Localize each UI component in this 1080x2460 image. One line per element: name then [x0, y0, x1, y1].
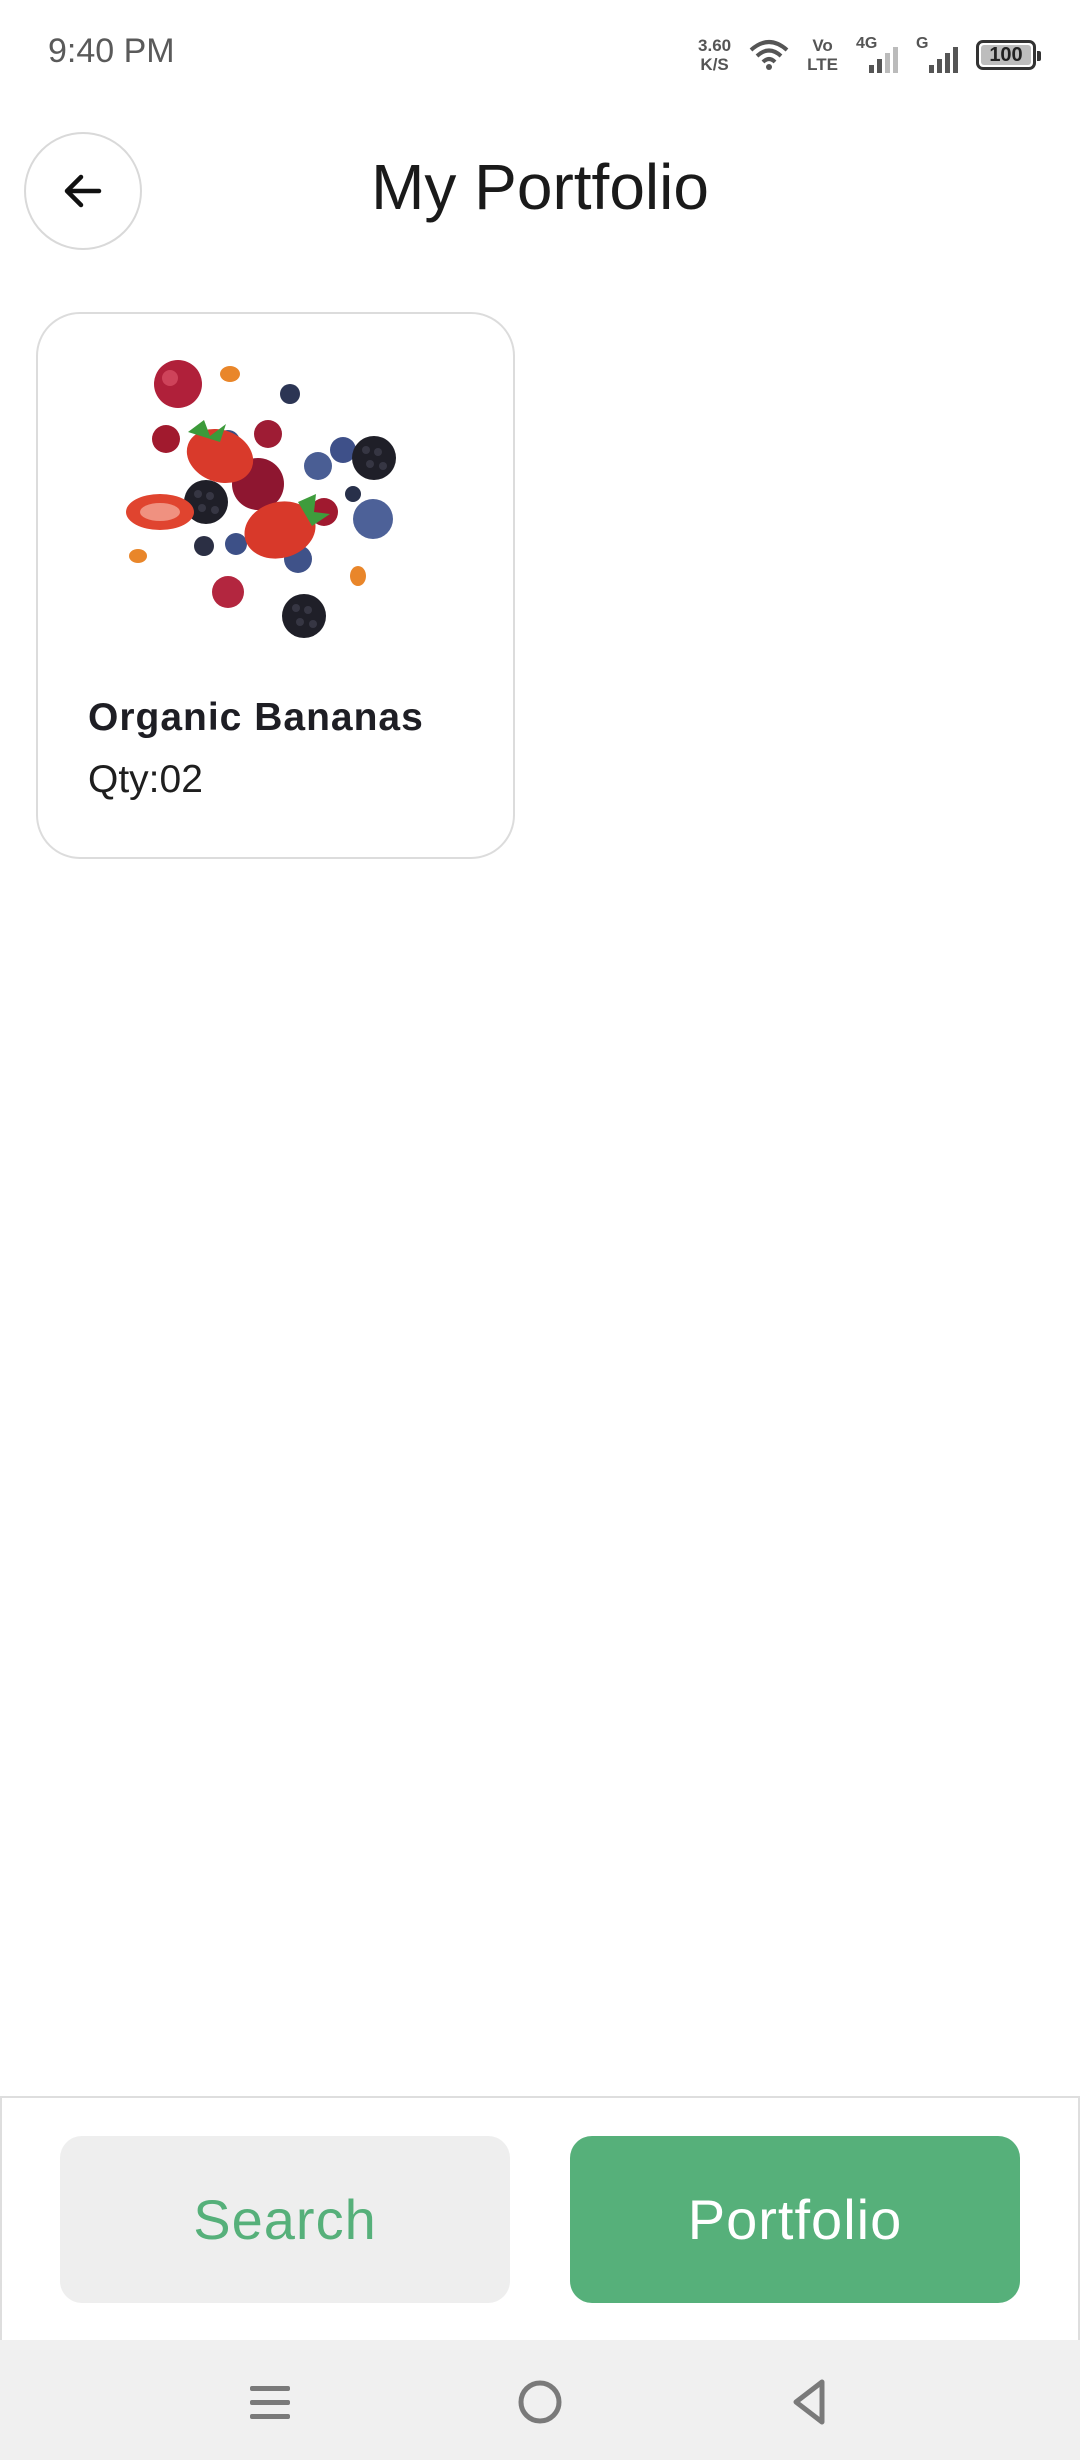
signal-sim1-bars	[869, 47, 898, 73]
status-bar: 9:40 PM 3.60 K/S Vo LTE 4G G 100	[0, 0, 1080, 110]
battery-icon: 100	[976, 40, 1041, 70]
portfolio-item-card[interactable]: Organic Bananas Qty:02	[36, 312, 515, 859]
search-button[interactable]: Search	[60, 2136, 510, 2303]
battery-level: 100	[989, 44, 1023, 66]
menu-icon[interactable]	[240, 2372, 300, 2432]
system-nav-bar	[0, 2340, 1080, 2460]
mixed-berries-image	[126, 360, 396, 638]
product-name: Organic Bananas	[88, 696, 424, 739]
wifi-icon	[749, 40, 789, 70]
product-qty: Qty:02	[88, 758, 203, 801]
volte-indicator: Vo LTE	[807, 36, 838, 74]
volte-top: Vo	[812, 36, 833, 55]
home-circle-icon[interactable]	[510, 2372, 570, 2432]
signal-sim2-bars	[929, 47, 958, 73]
status-icons: 3.60 K/S Vo LTE 4G G 100	[698, 30, 1041, 80]
page-title: My Portfolio	[371, 151, 709, 223]
volte-bottom: LTE	[807, 55, 838, 74]
network-speed: 3.60 K/S	[698, 36, 731, 74]
bottom-action-bar: Search Portfolio	[0, 2096, 1080, 2340]
signal-sim2-icon: G	[916, 33, 958, 77]
network-speed-unit: K/S	[700, 55, 729, 74]
signal-sim1-icon: 4G	[856, 33, 898, 77]
status-time: 9:40 PM	[48, 32, 175, 70]
network-speed-value: 3.60	[698, 36, 732, 55]
back-triangle-icon[interactable]	[780, 2372, 840, 2432]
signal-sim2-label: G	[916, 35, 929, 52]
portfolio-button[interactable]: Portfolio	[570, 2136, 1020, 2303]
